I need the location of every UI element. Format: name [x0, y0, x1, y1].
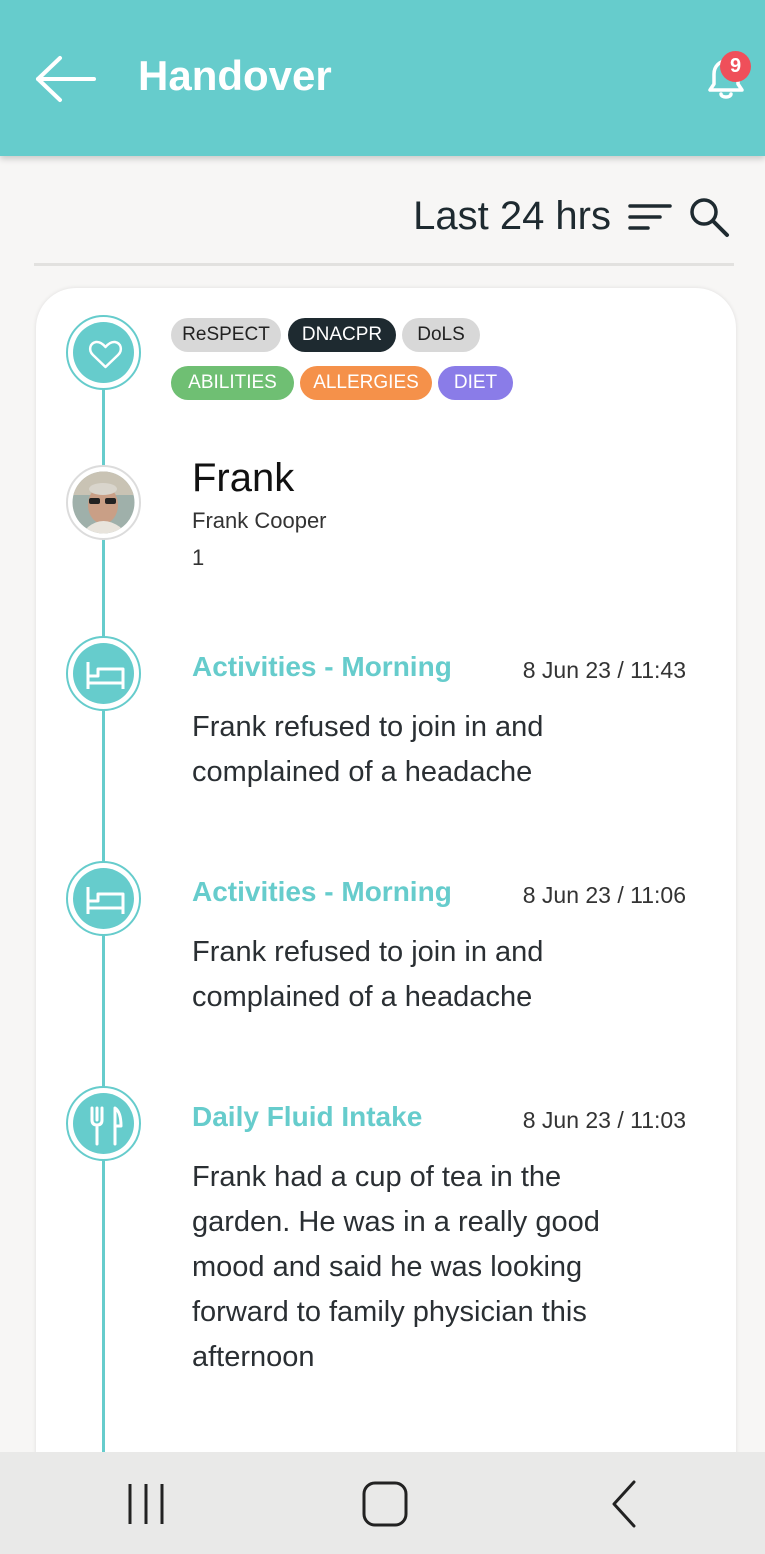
entry-title[interactable]: Activities - Morning	[192, 876, 452, 908]
recent-apps-button[interactable]	[116, 1474, 176, 1534]
filter-toolbar: Last 24 hrs	[0, 156, 765, 266]
entry-date: 8 Jun 23 / 11:06	[522, 882, 686, 908]
fork-knife-icon	[90, 1106, 123, 1146]
system-nav-bar	[0, 1452, 765, 1554]
home-button[interactable]	[355, 1474, 415, 1534]
entry-node	[66, 636, 141, 711]
avatar[interactable]	[66, 465, 141, 540]
entry-text: Frank refused to join in and complained …	[192, 936, 544, 1013]
search-button[interactable]	[686, 194, 732, 240]
resident-full-name: Frank Cooper	[192, 508, 327, 533]
entry-date: 8 Jun 23 / 11:43	[522, 657, 686, 683]
arrow-left-icon	[36, 56, 96, 102]
bed-icon	[86, 662, 125, 689]
tag-dnacpr[interactable]: DNACPR	[288, 318, 396, 352]
back-button[interactable]	[30, 50, 102, 110]
entry-text: Frank had a cup of tea in the garden. He…	[192, 1161, 600, 1373]
notification-count-badge: 9	[720, 51, 751, 82]
tag-respect[interactable]: ReSPECT	[171, 318, 281, 352]
home-icon	[362, 1481, 408, 1527]
tag-allergies[interactable]: ALLERGIES	[300, 366, 432, 400]
period-filter-label[interactable]: Last 24 hrs	[413, 194, 611, 239]
app-bar: Handover 9	[0, 0, 765, 156]
entry-date: 8 Jun 23 / 11:03	[522, 1107, 686, 1133]
tag-dols[interactable]: DoLS	[402, 318, 480, 352]
sort-button[interactable]	[626, 200, 674, 236]
toolbar-divider	[34, 263, 734, 266]
heart-icon	[88, 340, 123, 369]
system-back-button[interactable]	[596, 1474, 656, 1534]
resident-photo	[72, 471, 135, 534]
search-icon	[690, 198, 729, 237]
recent-apps-icon	[128, 1484, 164, 1524]
entry-title[interactable]: Activities - Morning	[192, 651, 452, 683]
page-title: Handover	[138, 52, 332, 99]
tag-abilities[interactable]: ABILITIES	[171, 366, 294, 400]
entry-node	[66, 1086, 141, 1161]
resident-preferred-name: Frank	[192, 456, 295, 500]
entry-node	[66, 861, 141, 936]
resident-room: 1	[192, 545, 205, 570]
flags-node	[66, 315, 141, 390]
tag-diet[interactable]: DIET	[438, 366, 513, 400]
sort-icon	[628, 204, 672, 230]
chevron-left-icon	[612, 1480, 636, 1528]
entry-title[interactable]: Daily Fluid Intake	[192, 1101, 422, 1133]
entry-text: Frank refused to join in and complained …	[192, 711, 544, 788]
bed-icon	[86, 887, 125, 914]
